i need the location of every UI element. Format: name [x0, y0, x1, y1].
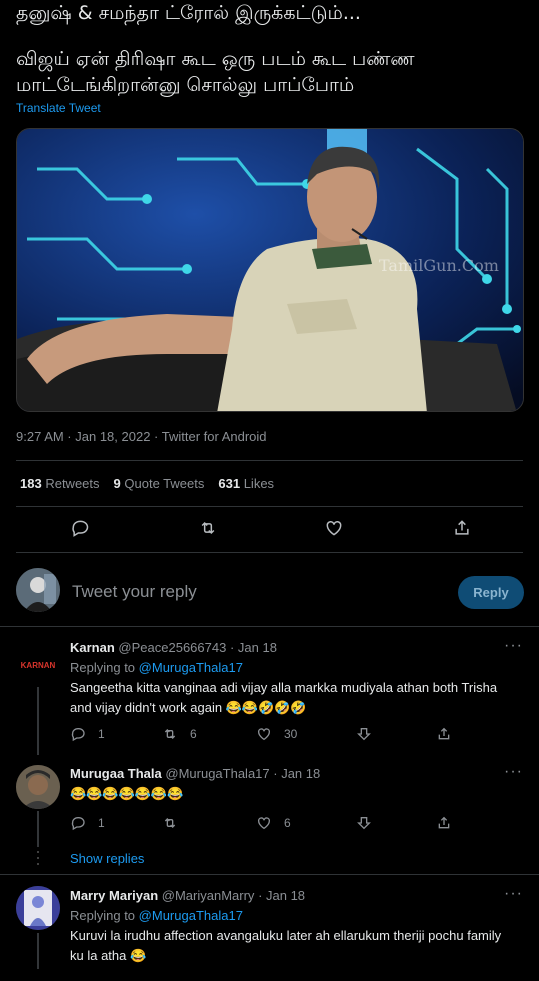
- media-illustration: TamilGun.Com: [17, 129, 523, 411]
- more-icon[interactable]: ···: [504, 885, 523, 903]
- reply-date[interactable]: · Jan 18: [230, 640, 277, 655]
- reply-icon: [71, 817, 85, 831]
- reply-item[interactable]: Marry Mariyan @MariyanMarry · Jan 18 ···…: [0, 875, 539, 981]
- replying-to: Replying to @MurugaThala17: [70, 908, 243, 923]
- tweet-text-line-1: தனுஷ் & சமந்தா ட்ரோல் இருக்கட்டும்...: [16, 2, 361, 24]
- vote-down-icon[interactable]: [356, 726, 372, 742]
- avatar[interactable]: KARNAN: [16, 641, 60, 685]
- reply-author-handle[interactable]: @MurugaThala17: [165, 766, 269, 781]
- likes-stat[interactable]: 631 Likes: [218, 476, 274, 491]
- retweet-action[interactable]: 6: [162, 726, 197, 742]
- tweet-text-line-2: விஜய் ஏன் திரிஷா கூட ஒரு படம் கூட பண்ண: [16, 48, 415, 70]
- divider: [16, 460, 523, 461]
- tweet-media-image[interactable]: TamilGun.Com: [16, 128, 524, 412]
- mention-link[interactable]: @MurugaThala17: [139, 908, 243, 923]
- reply-action[interactable]: 1: [70, 815, 105, 831]
- tweet-timestamp[interactable]: 9:27 AM · Jan 18, 2022 · Twitter for And…: [16, 429, 267, 444]
- divider: [16, 552, 523, 553]
- reply-body: 😂😂😂😂😂😂😂: [70, 786, 184, 801]
- reply-author-name[interactable]: Murugaa Thala: [70, 766, 162, 781]
- retweet-action[interactable]: [162, 815, 190, 831]
- tweet-actions: [16, 516, 523, 546]
- share-icon[interactable]: [452, 518, 474, 540]
- more-icon[interactable]: ···: [504, 637, 523, 655]
- retweet-icon: [164, 729, 176, 739]
- reply-author-name[interactable]: Karnan: [70, 640, 115, 655]
- reply-header: Marry Mariyan @MariyanMarry · Jan 18: [70, 888, 305, 903]
- reply-date[interactable]: · Jan 18: [273, 766, 320, 781]
- reply-input[interactable]: Tweet your reply: [72, 582, 197, 602]
- reply-actions: 1 6 30: [70, 726, 460, 744]
- reply-item[interactable]: KARNAN Karnan @Peace25666743 · Jan 18 ··…: [0, 627, 539, 757]
- divider: [16, 506, 523, 507]
- media-watermark: TamilGun.Com: [379, 256, 499, 275]
- quote-tweets-stat[interactable]: 9 Quote Tweets: [114, 476, 205, 491]
- reply-body: Sangeetha kitta vanginaa adi vijay alla …: [70, 680, 498, 715]
- reply-header: Karnan @Peace25666743 · Jan 18: [70, 640, 277, 655]
- thread-line: [37, 933, 39, 969]
- reply-author-name[interactable]: Marry Mariyan: [70, 888, 158, 903]
- user-avatar[interactable]: [16, 568, 60, 612]
- thread-line: [37, 811, 39, 847]
- reply-author-handle[interactable]: @Peace25666743: [118, 640, 226, 655]
- reply-action[interactable]: 1: [70, 726, 105, 742]
- share-icon[interactable]: [436, 815, 452, 831]
- avatar-text: KARNAN: [21, 661, 56, 670]
- share-icon[interactable]: [436, 726, 452, 742]
- like-icon: [258, 728, 270, 741]
- avatar[interactable]: [16, 765, 60, 809]
- reply-icon: [71, 728, 85, 742]
- reply-date[interactable]: · Jan 18: [258, 888, 305, 903]
- avatar[interactable]: [16, 886, 60, 930]
- mention-link[interactable]: @MurugaThala17: [139, 660, 243, 675]
- thread-dots: [37, 851, 39, 865]
- reply-composer: Tweet your reply Reply: [0, 563, 539, 623]
- thread-line: [37, 687, 39, 755]
- reply-header: Murugaa Thala @MurugaThala17 · Jan 18: [70, 766, 320, 781]
- translate-tweet-link[interactable]: Translate Tweet: [16, 101, 101, 115]
- like-icon[interactable]: [324, 518, 346, 540]
- vote-down-icon[interactable]: [356, 815, 372, 831]
- more-icon[interactable]: ···: [504, 763, 523, 781]
- show-replies-link[interactable]: Show replies: [70, 851, 144, 866]
- like-action[interactable]: 6: [256, 815, 291, 831]
- tweet-text-line-3: மாட்டேங்கிறான்னு சொல்லு பாப்போம்: [16, 74, 355, 96]
- reply-button[interactable]: Reply: [458, 576, 524, 609]
- like-icon: [258, 817, 270, 830]
- tweet-stats: 183 Retweets 9 Quote Tweets 631 Likes: [20, 476, 274, 491]
- retweet-icon[interactable]: [197, 518, 219, 540]
- reply-icon[interactable]: [70, 518, 92, 540]
- retweets-stat[interactable]: 183 Retweets: [20, 476, 100, 491]
- replying-to: Replying to @MurugaThala17: [70, 660, 243, 675]
- reply-actions: 1 6: [70, 815, 460, 833]
- retweet-icon: [164, 818, 176, 828]
- like-action[interactable]: 30: [256, 726, 297, 742]
- reply-body: Kuruvi la irudhu affection avangaluku la…: [70, 928, 502, 963]
- reply-author-handle[interactable]: @MariyanMarry: [162, 888, 255, 903]
